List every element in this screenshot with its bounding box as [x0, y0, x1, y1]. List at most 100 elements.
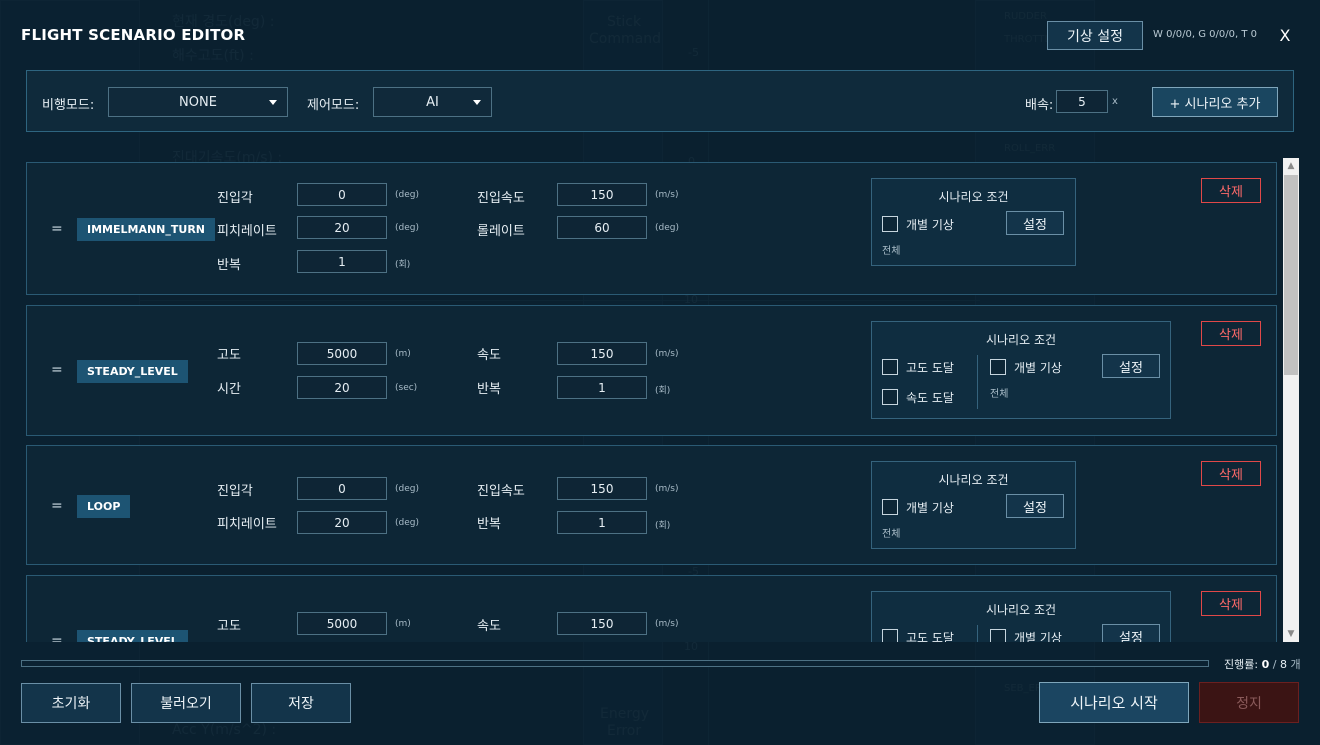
field-unit: (회) — [655, 521, 671, 531]
condition-title: 시나리오 조건 — [938, 190, 1009, 204]
field-input[interactable]: 1 — [557, 511, 647, 534]
field-label: 진입속도 — [477, 484, 525, 499]
field-input[interactable]: 5000 — [297, 612, 387, 635]
field-input[interactable]: 20 — [297, 376, 387, 399]
delete-button[interactable]: 삭제 — [1201, 461, 1261, 486]
load-button[interactable]: 불러오기 — [131, 683, 241, 723]
progress-text: 진행률: 0 / 8 개 — [1224, 656, 1301, 672]
field-label: 고도 — [217, 619, 241, 634]
reset-button[interactable]: 초기화 — [21, 683, 121, 723]
save-button[interactable]: 저장 — [251, 683, 351, 723]
scenario-name-tag: STEADY_LEVEL — [77, 360, 188, 383]
speed-label: 배속: — [1025, 98, 1054, 113]
altitude-reach-label: 고도 도달 — [906, 361, 954, 375]
delete-button[interactable]: 삭제 — [1201, 321, 1261, 346]
weather-checkbox-label: 개별 기상 — [1014, 631, 1062, 642]
speed-reach-checkbox[interactable] — [882, 389, 898, 405]
condition-title: 시나리오 조건 — [938, 473, 1009, 487]
scrollbar[interactable]: ▲ ▼ — [1283, 158, 1299, 642]
speed-multiplier-input[interactable]: 5 — [1056, 90, 1108, 113]
field-label: 속도 — [477, 619, 501, 634]
field-input[interactable]: 150 — [557, 342, 647, 365]
condition-set-button[interactable]: 설정 — [1102, 624, 1160, 642]
weather-status-text: W 0/0/0, G 0/0/0, T 0 — [1153, 29, 1258, 40]
progress-label: 진행률: — [1224, 658, 1259, 671]
weather-checkbox[interactable] — [990, 359, 1006, 375]
control-mode-select[interactable]: AI — [373, 87, 492, 117]
weather-checkbox-label: 개별 기상 — [1014, 361, 1062, 375]
field-input[interactable]: 1 — [557, 376, 647, 399]
weather-checkbox[interactable] — [990, 629, 1006, 642]
field-label: 반복 — [477, 382, 501, 397]
scenario-card: = IMMELMANN_TURN 진입각 0 (deg) 진입속도 150 (m… — [26, 162, 1277, 295]
close-button[interactable]: X — [1276, 24, 1294, 46]
field-input[interactable]: 0 — [297, 477, 387, 500]
field-input[interactable]: 5000 — [297, 342, 387, 365]
field-input[interactable]: 1 — [297, 250, 387, 273]
progress-sep: / — [1272, 658, 1277, 671]
weather-settings-button[interactable]: 기상 설정 — [1047, 21, 1143, 50]
scenario-condition-box: 시나리오 조건 개별 기상 설정 전체 — [871, 178, 1076, 266]
control-mode-value: AI — [426, 94, 439, 110]
condition-set-button[interactable]: 설정 — [1006, 494, 1064, 518]
condition-divider — [977, 355, 978, 409]
field-input[interactable]: 20 — [297, 511, 387, 534]
field-label: 피치레이트 — [217, 517, 277, 532]
scenario-card: = STEADY_LEVEL 고도 5000 (m) 속도 150 (m/s) … — [26, 575, 1277, 642]
field-input[interactable]: 20 — [297, 216, 387, 239]
field-unit: (deg) — [395, 484, 419, 494]
field-label: 롤레이트 — [477, 224, 525, 239]
scenario-name-tag: IMMELMANN_TURN — [77, 218, 215, 241]
weather-checkbox[interactable] — [882, 499, 898, 515]
drag-handle-icon[interactable]: = — [51, 498, 63, 514]
field-unit: (m/s) — [655, 190, 679, 200]
add-scenario-button[interactable]: + 시나리오 추가 — [1152, 87, 1278, 117]
chevron-down-icon — [269, 100, 277, 105]
progress-done: 0 — [1261, 658, 1270, 671]
drag-handle-icon[interactable]: = — [51, 633, 63, 642]
condition-set-button[interactable]: 설정 — [1102, 354, 1160, 378]
field-label: 시간 — [217, 382, 241, 397]
condition-set-button[interactable]: 설정 — [1006, 211, 1064, 235]
delete-button[interactable]: 삭제 — [1201, 591, 1261, 616]
field-label: 반복 — [217, 258, 241, 273]
field-unit: (m/s) — [655, 619, 679, 629]
stop-button[interactable]: 정지 — [1199, 682, 1299, 723]
scenario-condition-box: 시나리오 조건 개별 기상 설정 전체 — [871, 461, 1076, 549]
scroll-up-icon[interactable]: ▲ — [1283, 158, 1299, 174]
flight-mode-value: NONE — [179, 94, 217, 110]
field-label: 속도 — [477, 348, 501, 363]
flight-mode-label: 비행모드: — [42, 98, 95, 113]
field-label: 진입각 — [217, 484, 253, 499]
scenario-list: = IMMELMANN_TURN 진입각 0 (deg) 진입속도 150 (m… — [26, 158, 1299, 642]
field-input[interactable]: 150 — [557, 183, 647, 206]
scenario-condition-box: 시나리오 조건 고도 도달 개별 기상 설정 — [871, 591, 1171, 642]
weather-checkbox-label: 개별 기상 — [906, 218, 954, 232]
field-input[interactable]: 150 — [557, 612, 647, 635]
altitude-reach-checkbox[interactable] — [882, 359, 898, 375]
field-input[interactable]: 0 — [297, 183, 387, 206]
field-unit: (sec) — [395, 383, 418, 393]
field-input[interactable]: 150 — [557, 477, 647, 500]
weather-checkbox-label: 개별 기상 — [906, 501, 954, 515]
weather-checkbox[interactable] — [882, 216, 898, 232]
drag-handle-icon[interactable]: = — [51, 221, 63, 237]
drag-handle-icon[interactable]: = — [51, 362, 63, 378]
speed-reach-label: 속도 도달 — [906, 391, 954, 405]
start-scenario-button[interactable]: 시나리오 시작 — [1039, 682, 1189, 723]
scroll-down-icon[interactable]: ▼ — [1283, 626, 1299, 642]
altitude-reach-checkbox[interactable] — [882, 629, 898, 642]
scenario-card: = LOOP 진입각 0 (deg) 진입속도 150 (m/s) 피치레이트 … — [26, 445, 1277, 565]
window-title: FLIGHT SCENARIO EDITOR — [21, 26, 246, 44]
flight-mode-select[interactable]: NONE — [108, 87, 288, 117]
scenario-name-tag: LOOP — [77, 495, 131, 518]
field-unit: (deg) — [395, 190, 419, 200]
scenario-condition-box: 시나리오 조건 고도 도달 속도 도달 개별 기상 설정 전체 — [871, 321, 1171, 419]
field-unit: (m) — [395, 619, 411, 629]
delete-button[interactable]: 삭제 — [1201, 178, 1261, 203]
field-label: 진입각 — [217, 191, 253, 206]
altitude-reach-label: 고도 도달 — [906, 631, 954, 642]
field-input[interactable]: 60 — [557, 216, 647, 239]
scrollbar-thumb[interactable] — [1284, 175, 1298, 375]
control-mode-label: 제어모드: — [307, 98, 360, 113]
